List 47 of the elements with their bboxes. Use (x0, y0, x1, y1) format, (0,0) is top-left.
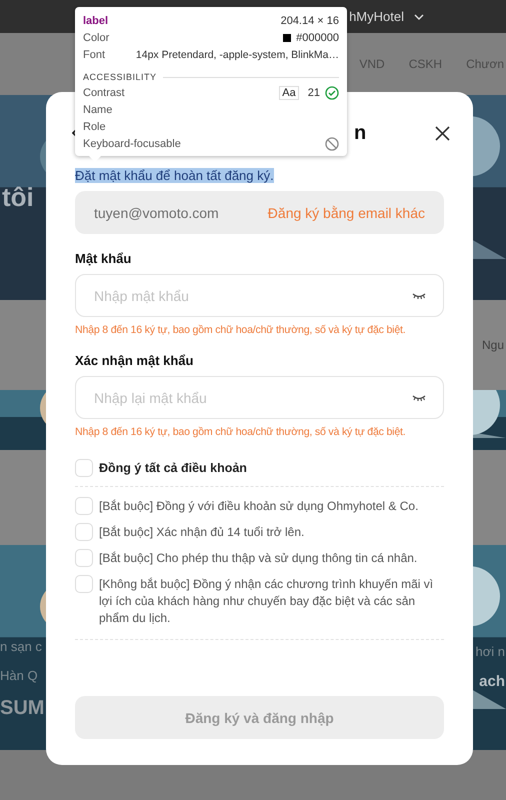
checkbox-label: [Bắt buộc] Xác nhận đủ 14 tuổi trở lên. (99, 524, 304, 541)
closed-eye-icon (412, 292, 426, 300)
field-label: Xác nhận mật khẩu (75, 353, 194, 368)
property-value: 14px Pretendard, -apple-system, BlinkMa… (136, 48, 339, 60)
hint-text: Nhập 8 đến 16 ký tự, bao gồm chữ hoa/chữ thường, số và ký tự đặc biệt. (75, 426, 407, 438)
password-field[interactable]: Nhập mật khẩu (75, 274, 444, 317)
promo-text: Hàn Q (0, 668, 39, 683)
field-label: Mật khẩu (75, 251, 132, 266)
element-tag: label (83, 14, 108, 26)
password-field[interactable]: Nhập lại mật khẩu (75, 376, 444, 419)
promo-text: ach (479, 673, 505, 690)
promo-text: hơi n (476, 644, 505, 659)
checkbox[interactable] (75, 575, 93, 593)
property-name: Name (83, 104, 112, 116)
hint-text: Nhập 8 đến 16 ký tự, bao gồm chữ hoa/chữ thường, số và ký tự đặc biệt. (75, 324, 407, 336)
property-value: #000000 (296, 32, 339, 44)
hero-text: tôi (2, 182, 34, 213)
email-field: tuyen@vomoto.com Đăng ký bằng email khác (75, 191, 444, 234)
checkbox[interactable] (75, 459, 93, 477)
contrast-sample: Aa (279, 86, 299, 100)
promo-text: n sạn c (0, 639, 43, 654)
close-icon (435, 126, 450, 140)
promo-text: SUM (0, 697, 44, 720)
checkbox-label: [Không bắt buộc] Đồng ý nhận các chương trình khuyến mãi vì lợi ích của khách hàng như chuyến bay đặc biệt và các sản phẩm du lịch. (99, 576, 434, 627)
checkbox[interactable] (75, 549, 93, 567)
brand-name: hMyHotel (349, 9, 404, 24)
section-text: Ngu (482, 338, 504, 352)
change-email-link[interactable]: Đăng ký bằng email khác (268, 204, 425, 220)
checkbox[interactable] (75, 523, 93, 541)
dialog-title: n (354, 122, 366, 144)
property-name: Role (83, 120, 106, 132)
checkbox-label: [Bắt buộc] Cho phép thu thập và sử dụng thông tin cá nhân. (99, 550, 418, 567)
checkbox[interactable] (75, 497, 93, 515)
checkbox-label: Đồng ý tất cả điều khoản (99, 460, 247, 477)
close-button[interactable] (433, 124, 452, 142)
closed-eye-icon (412, 394, 426, 402)
property-name: Font (83, 48, 106, 60)
checkbox-label: [Bắt buộc] Đồng ý với điều khoản sử dụng Ohmyhotel & Co. (99, 498, 418, 515)
instruction-text: Đặt mật khẩu để hoàn tất đăng ký. (75, 168, 274, 183)
element-size: 204.14 × 16 (280, 14, 339, 26)
section-heading: ACCESSIBILITY (83, 72, 157, 82)
chevron-down-icon (414, 14, 424, 20)
property-name: Keyboard-focusable (83, 138, 181, 150)
property-name: Color (83, 32, 110, 44)
property-name: Contrast (83, 86, 125, 98)
contrast-ratio: 21 (308, 86, 320, 98)
color-swatch (283, 34, 292, 42)
